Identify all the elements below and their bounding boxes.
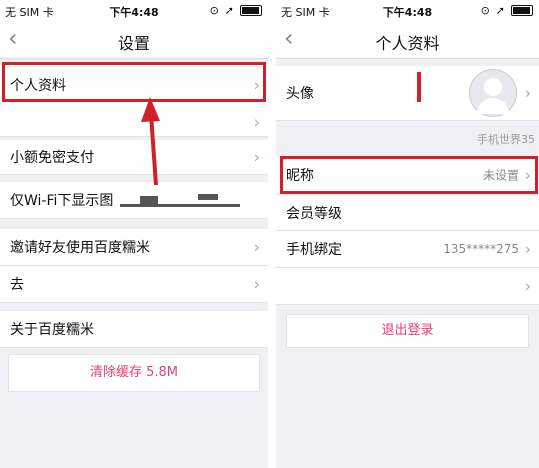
red-arrow [417, 72, 421, 102]
profile-screen: 无 SIM 卡 下午4:48 ⊙ ➚ ‹ 个人资料 头像 › 手机世界35 昵称… [276, 0, 539, 468]
divider [268, 0, 276, 468]
settings-screen: 无 SIM 卡 下午4:48 ⊙ ➚ ‹ 设置 个人资料 › › 小额免密支付 … [0, 0, 268, 468]
red-arrow [141, 97, 160, 186]
